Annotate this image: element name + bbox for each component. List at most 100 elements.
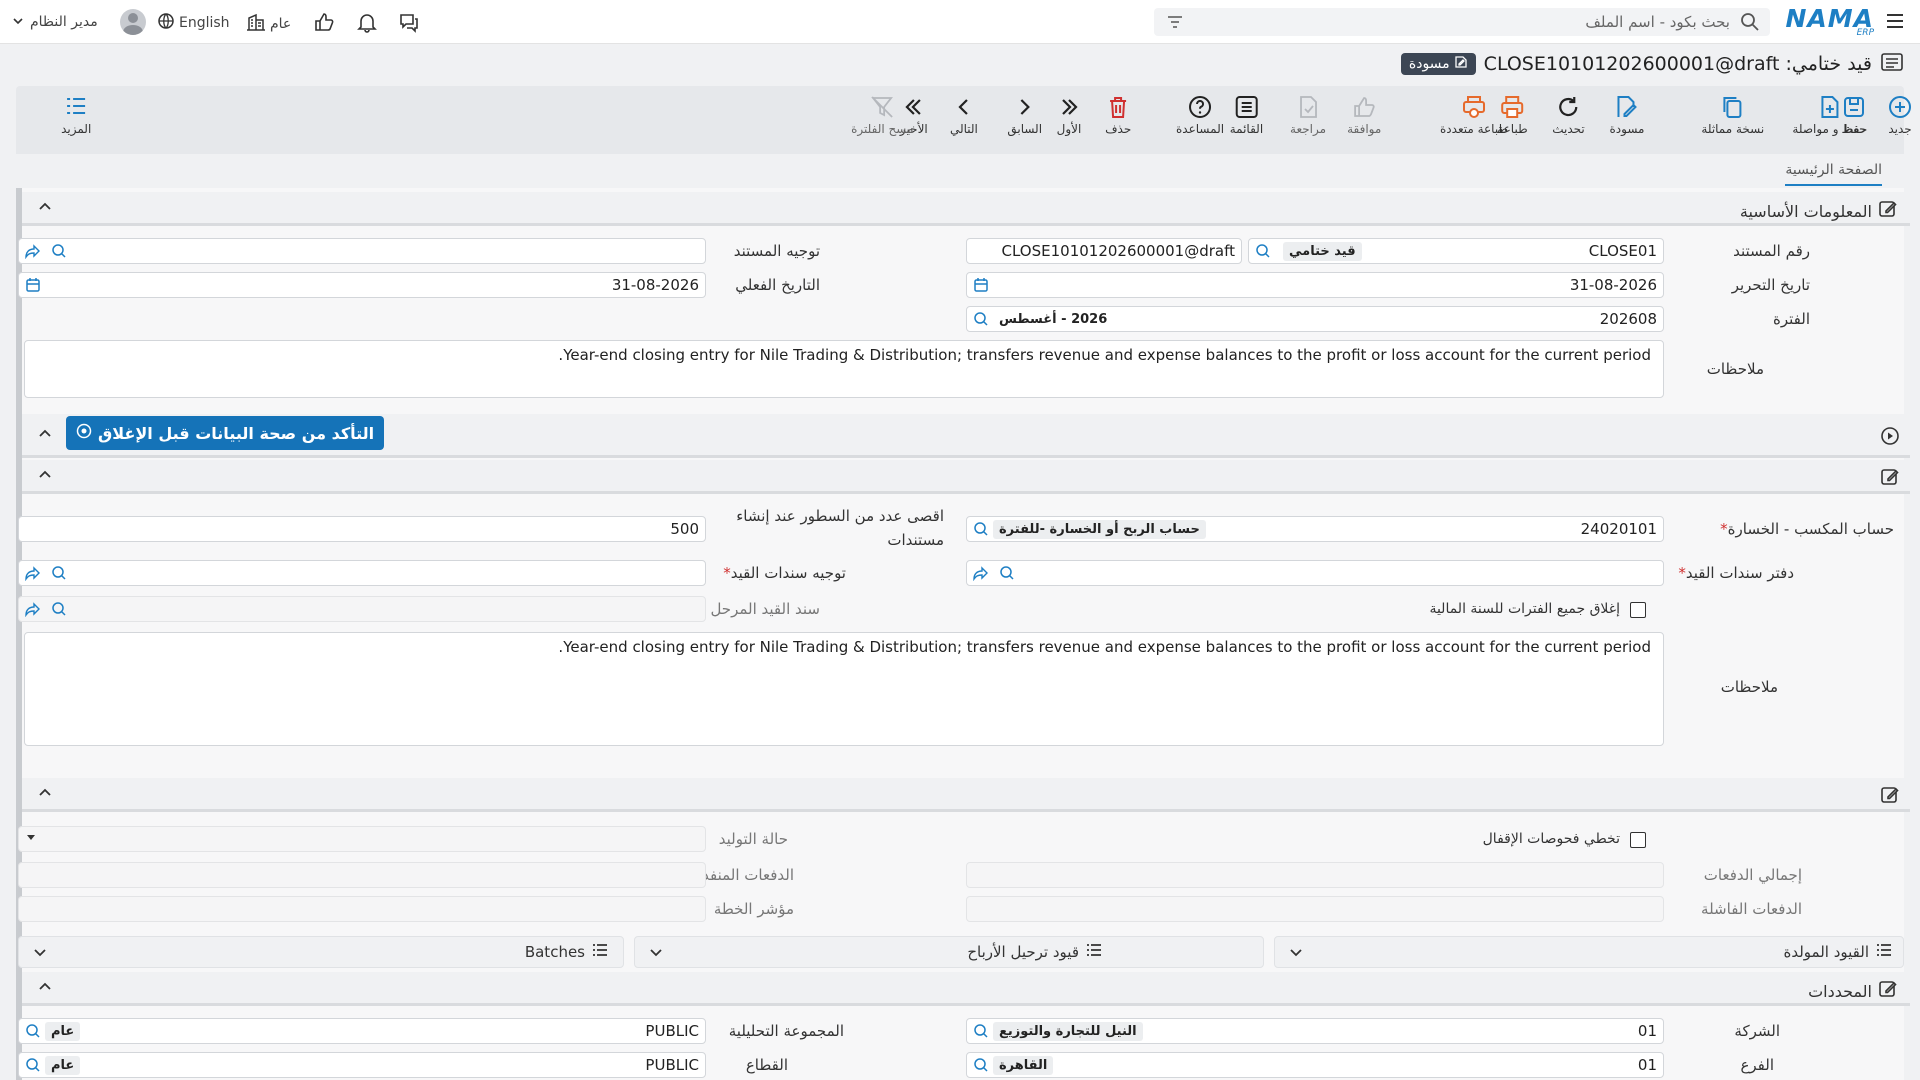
section-details-header	[22, 460, 1910, 494]
chevron-up-icon[interactable]	[38, 427, 52, 445]
review-button[interactable]: مراجعة	[1290, 94, 1326, 136]
status-badge: مسودة	[1400, 53, 1476, 75]
menu-icon[interactable]	[1884, 10, 1906, 32]
error-indicator-field	[18, 896, 706, 922]
approve-button[interactable]: موافقة	[1347, 94, 1381, 136]
list-icon	[1235, 96, 1258, 118]
bell-icon[interactable]	[356, 11, 378, 37]
lookup-icon	[51, 243, 67, 263]
company-field[interactable]: 01 النيل للتجارة والتوزيع	[966, 1018, 1664, 1044]
tab-main[interactable]: الصفحة الرئيسية	[1785, 162, 1882, 186]
failed-batches-field	[966, 896, 1664, 922]
more-button[interactable]: المزيد	[61, 94, 91, 136]
close-all-checkbox[interactable]	[1630, 602, 1646, 618]
play-circle-icon[interactable]	[1880, 426, 1900, 450]
next-button[interactable]: التالي	[950, 94, 978, 136]
sector-desc: عام	[45, 1056, 81, 1075]
list-icon	[1875, 942, 1893, 962]
thumbs-up-icon[interactable]	[313, 11, 335, 37]
doc-code-field[interactable]: CLOSE10101202600001@draft	[966, 238, 1242, 264]
plus-circle-icon	[1889, 96, 1911, 118]
chevron-down-icon	[649, 945, 663, 963]
pl-account-field[interactable]: 24020101 حساب الربح أو الخسارة -للفترة	[966, 516, 1664, 542]
journal-book-field[interactable]	[966, 560, 1664, 586]
share-icon	[25, 601, 41, 621]
delete-button[interactable]: حذف	[1105, 94, 1131, 136]
multi-print-button[interactable]: طباعة متعددة	[1440, 94, 1508, 136]
chevron-up-icon[interactable]	[38, 200, 52, 218]
chevron-up-icon[interactable]	[38, 786, 52, 804]
filter-icon[interactable]	[1166, 13, 1184, 35]
doc-number-field[interactable]: CLOSE01 قيد ختامي	[1248, 238, 1664, 264]
new-button[interactable]: جديد	[1887, 94, 1913, 136]
refresh-button[interactable]: تحديث	[1552, 94, 1585, 136]
clear-filter-button[interactable]: مسح الفلترة	[851, 94, 913, 136]
gen-status-select[interactable]	[18, 826, 706, 852]
chevron-down-icon	[12, 13, 24, 31]
error-indicator-label: مؤشر الخطة	[713, 900, 794, 918]
list-icon	[591, 942, 609, 962]
executed-batches-field	[18, 862, 706, 888]
skip-checks-checkbox[interactable]	[1630, 832, 1646, 848]
save-continue-button[interactable]: حفظ و مواصلة	[1792, 94, 1867, 136]
chat-icon[interactable]	[398, 11, 420, 37]
global-search[interactable]: بحث بكود - اسم الملف	[1154, 8, 1770, 36]
language-switch[interactable]: English	[157, 12, 230, 34]
help-button[interactable]: المساعدة	[1176, 94, 1224, 136]
file-check-icon	[1300, 96, 1317, 118]
notes-label: ملاحظات	[1706, 360, 1764, 378]
edit-icon[interactable]	[1880, 785, 1900, 809]
thumbs-up-icon	[1354, 97, 1375, 117]
duplicate-button[interactable]: نسخة مماثلة	[1701, 94, 1764, 136]
notes-textarea[interactable]: Year-end closing entry for Nile Trading …	[24, 340, 1664, 398]
lookup-icon	[999, 565, 1015, 585]
edit-icon	[1878, 979, 1898, 1003]
actual-date-label: التاريخ الفعلي	[735, 276, 820, 294]
draft-button[interactable]: مسودة	[1609, 94, 1644, 136]
doc-routing-field[interactable]	[18, 238, 706, 264]
check-circle-icon	[76, 423, 92, 443]
profit-entries-bar[interactable]: قيود ترحيل الأرباح	[634, 936, 1264, 968]
user-menu[interactable]: مدير النظام	[12, 8, 146, 36]
first-button[interactable]: الأول	[1056, 94, 1082, 136]
chevron-up-icon[interactable]	[38, 468, 52, 486]
search-input[interactable]: بحث بكود - اسم الملف	[1585, 13, 1730, 31]
details-notes-label: ملاحظات	[1720, 678, 1778, 696]
share-icon	[25, 243, 41, 263]
double-chevron-right-icon	[1062, 99, 1078, 115]
avatar	[119, 9, 146, 35]
sector-label: القطاع	[745, 1056, 788, 1074]
details-notes-textarea[interactable]: Year-end closing entry for Nile Trading …	[24, 632, 1664, 746]
actual-date-field[interactable]: 31-08-2026	[18, 272, 706, 298]
context-selector[interactable]: عام	[246, 12, 291, 36]
doc-number-label: رقم المستند	[1733, 242, 1810, 260]
calendar-icon	[25, 277, 41, 293]
edit-icon[interactable]	[1880, 467, 1900, 491]
branch-label: الفرع	[1740, 1056, 1774, 1074]
filter-off-icon	[871, 96, 894, 118]
batches-bar[interactable]: Batches	[18, 936, 624, 968]
chevron-up-icon[interactable]	[38, 980, 52, 998]
branch-field[interactable]: 01 القاهرة	[966, 1052, 1664, 1078]
lookup-icon	[973, 521, 989, 541]
form-content: المعلومات الأساسية رقم المستند CLOSE01 ق…	[16, 188, 1910, 1080]
more-list-icon	[67, 98, 86, 114]
app-logo[interactable]: NAMA ERP	[1786, 4, 1875, 38]
toolbar: جديد حفظ حفظ و مواصلة نسخة مماثلة مسودة …	[16, 86, 1912, 154]
section-dimensions-title: المحددات	[1808, 981, 1872, 1001]
max-lines-field[interactable]: 500	[18, 516, 706, 542]
period-field[interactable]: 202608 2026 - أغسطس	[966, 306, 1664, 332]
analysis-group-field[interactable]: PUBLIC عام	[18, 1018, 706, 1044]
journal-routing-field[interactable]	[18, 560, 706, 586]
tab-bar: الصفحة الرئيسية	[16, 154, 1904, 188]
posted-voucher-field[interactable]	[18, 596, 706, 622]
section-dimensions-header[interactable]: المحددات	[22, 972, 1910, 1006]
generated-entries-bar[interactable]: القيود المولدة	[1274, 936, 1904, 968]
issue-date-field[interactable]: 31-08-2026	[966, 272, 1664, 298]
previous-button[interactable]: السابق	[1007, 94, 1042, 136]
sector-field[interactable]: PUBLIC عام	[18, 1052, 706, 1078]
validate-button[interactable]: التأكد من صحة البيانات قبل الإغلاق	[66, 416, 385, 450]
list-button[interactable]: القائمة	[1230, 94, 1263, 136]
section-basic-header[interactable]: المعلومات الأساسية	[22, 192, 1910, 226]
lookup-icon	[25, 1057, 41, 1077]
